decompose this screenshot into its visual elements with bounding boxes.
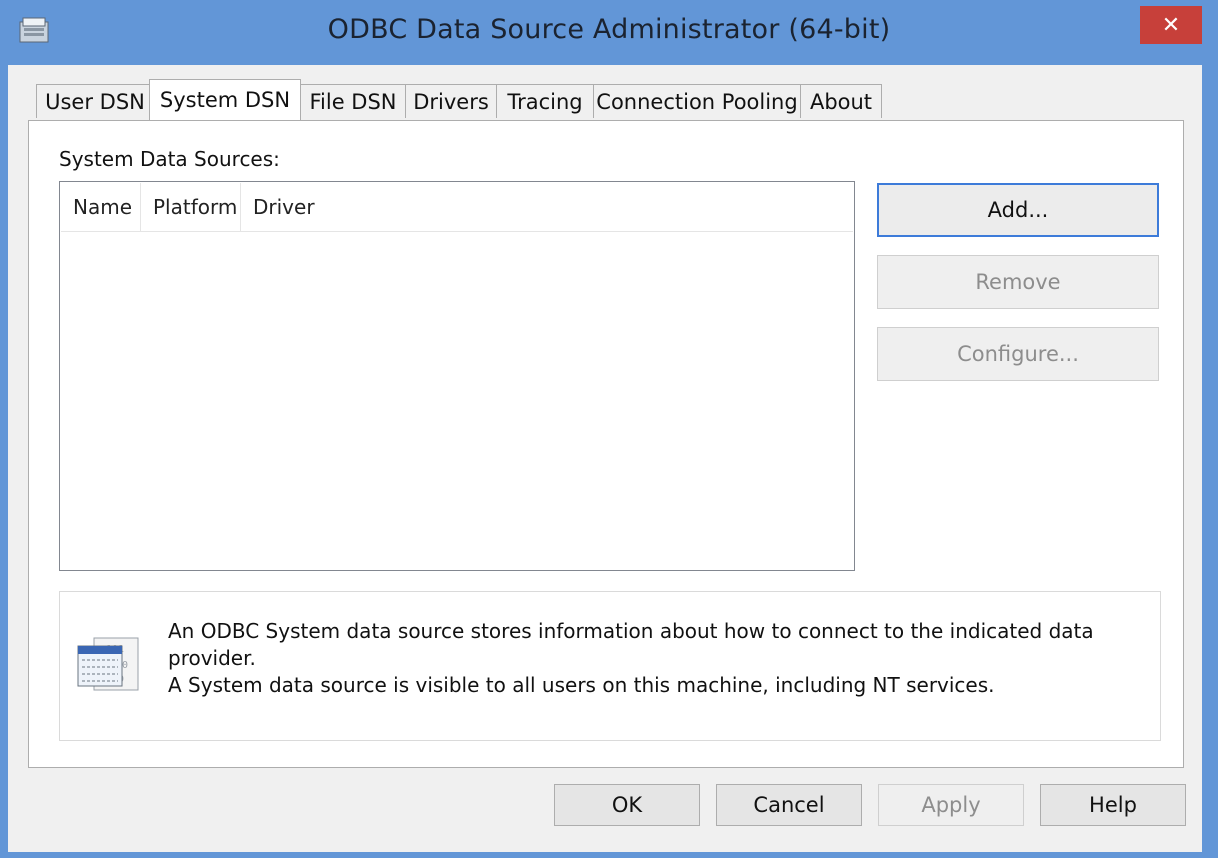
ok-button[interactable]: OK bbox=[554, 784, 700, 826]
add-button-label: Add... bbox=[987, 198, 1049, 222]
add-button[interactable]: Add... bbox=[877, 183, 1159, 237]
tab-label: About bbox=[809, 89, 873, 114]
apply-button[interactable]: Apply bbox=[878, 784, 1024, 826]
tab-about[interactable]: About bbox=[800, 84, 882, 118]
remove-button-label: Remove bbox=[975, 270, 1061, 294]
data-table-icon: 101 0 010 bbox=[77, 637, 139, 691]
list-header: Name Platform Driver bbox=[61, 183, 853, 232]
apply-button-label: Apply bbox=[921, 793, 981, 817]
cancel-button-label: Cancel bbox=[753, 793, 825, 817]
info-box: 101 0 010 An ODBC System data source sto… bbox=[59, 591, 1161, 741]
column-header-name[interactable]: Name bbox=[61, 183, 141, 231]
ok-button-label: OK bbox=[611, 793, 643, 817]
info-line-2: A System data source is visible to all u… bbox=[168, 673, 995, 697]
help-button-label: Help bbox=[1089, 793, 1137, 817]
system-data-sources-label: System Data Sources: bbox=[59, 147, 280, 171]
window-title: ODBC Data Source Administrator (64-bit) bbox=[327, 14, 891, 45]
cancel-button[interactable]: Cancel bbox=[716, 784, 862, 826]
column-header-platform[interactable]: Platform bbox=[141, 183, 241, 231]
column-label: Platform bbox=[153, 195, 238, 219]
tab-user-dsn[interactable]: User DSN bbox=[36, 84, 154, 118]
column-label: Name bbox=[73, 195, 133, 219]
data-sources-list[interactable]: Name Platform Driver bbox=[59, 181, 855, 571]
tab-label: Connection Pooling bbox=[596, 89, 798, 114]
tab-system-dsn[interactable]: System DSN bbox=[149, 79, 301, 120]
configure-button[interactable]: Configure... bbox=[877, 327, 1159, 381]
tab-label: User DSN bbox=[45, 89, 145, 114]
info-description: An ODBC System data source stores inform… bbox=[168, 618, 1148, 699]
configure-button-label: Configure... bbox=[957, 342, 1079, 366]
svg-text:0: 0 bbox=[122, 660, 128, 671]
dialog-client: User DSN System DSN File DSN Drivers Tra… bbox=[8, 65, 1202, 852]
close-button[interactable]: ✕ bbox=[1140, 6, 1202, 44]
system-dsn-panel: System Data Sources: Name Platform Drive… bbox=[28, 120, 1184, 768]
tab-label: Drivers bbox=[413, 89, 489, 114]
help-button[interactable]: Help bbox=[1040, 784, 1186, 826]
tab-tracing[interactable]: Tracing bbox=[496, 84, 594, 118]
tab-label: File DSN bbox=[309, 89, 397, 114]
remove-button[interactable]: Remove bbox=[877, 255, 1159, 309]
tab-connection-pooling[interactable]: Connection Pooling bbox=[593, 84, 801, 118]
tab-label: Tracing bbox=[507, 89, 583, 114]
tab-label: System DSN bbox=[159, 88, 291, 112]
column-header-driver[interactable]: Driver bbox=[241, 183, 849, 231]
tab-file-dsn[interactable]: File DSN bbox=[300, 84, 406, 118]
info-line-1: An ODBC System data source stores inform… bbox=[168, 619, 1094, 670]
close-icon: ✕ bbox=[1161, 12, 1181, 38]
odbc-window: ODBC Data Source Administrator (64-bit) … bbox=[0, 0, 1218, 858]
column-label: Driver bbox=[253, 195, 315, 219]
tab-drivers[interactable]: Drivers bbox=[405, 84, 497, 118]
